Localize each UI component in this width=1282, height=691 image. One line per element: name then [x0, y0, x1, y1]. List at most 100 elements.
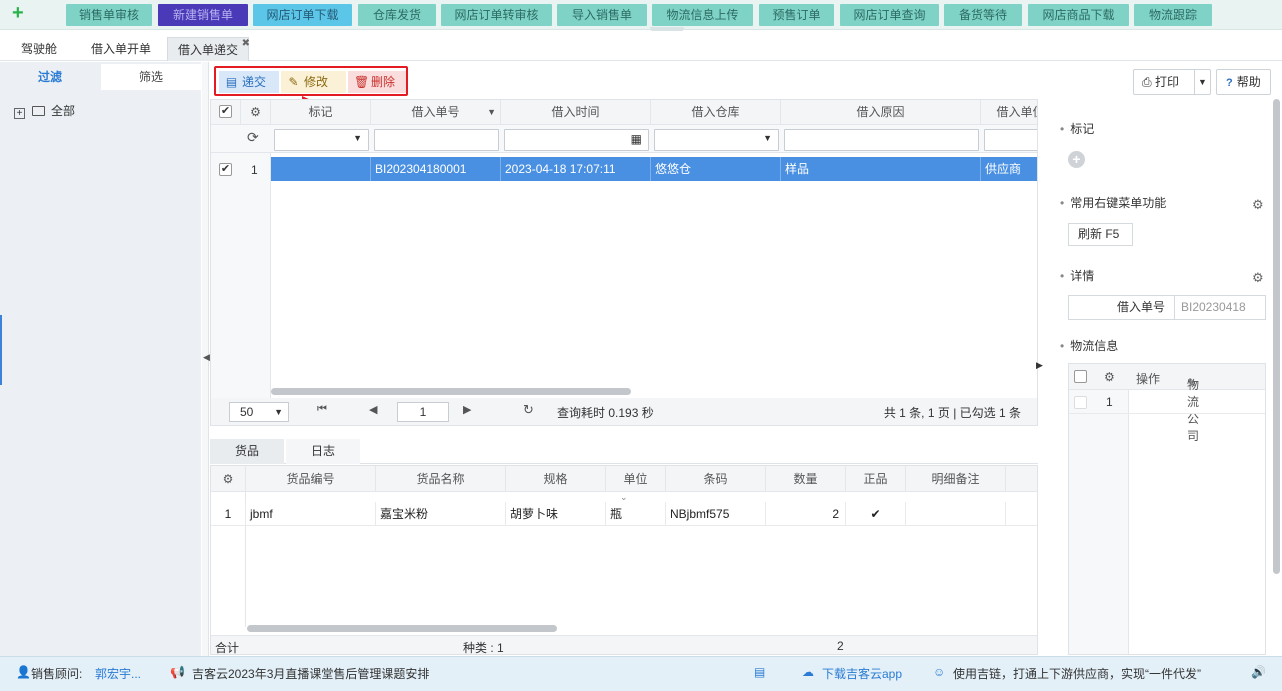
chevron-down-icon[interactable]: ▼	[1198, 70, 1207, 94]
edit-icon: ✎	[288, 75, 299, 89]
nav-stock-wait[interactable]: 备货等待	[944, 4, 1022, 26]
gear-icon[interactable]: ⚙	[1252, 197, 1264, 213]
col-order-no-label: 借入单号	[411, 105, 460, 119]
folder-icon	[32, 106, 45, 116]
footer-qty: 2	[837, 639, 844, 653]
edit-button[interactable]: ✎ 修改	[281, 71, 346, 93]
print-button[interactable]: ⎙ 打印 ▼	[1133, 69, 1211, 95]
tree-root[interactable]: + 全部	[14, 102, 75, 119]
col-qty[interactable]: 数量	[766, 466, 846, 492]
row-checkbox[interactable]: ✔	[219, 163, 232, 176]
tab-goods[interactable]: 货品	[210, 439, 284, 464]
col-time[interactable]: 借入时间	[501, 100, 651, 125]
filter-reason[interactable]	[784, 129, 979, 151]
col-warehouse[interactable]: 借入仓库	[651, 100, 781, 125]
reload-icon[interactable]: ↻	[523, 402, 534, 418]
nav-import-sales[interactable]: 导入销售单	[557, 4, 647, 26]
col-mark[interactable]: 标记	[271, 100, 371, 125]
refresh-button[interactable]: 刷新 F5	[1068, 223, 1133, 246]
page-input[interactable]: 1	[397, 402, 449, 422]
page-size-value: 50	[240, 405, 254, 419]
select-all-checkbox[interactable]	[1074, 370, 1087, 383]
help-button[interactable]: ? 帮助	[1216, 69, 1271, 95]
table-row[interactable]: BI202304180001 2023-04-18 17:07:11 悠悠仓 样…	[271, 157, 1037, 181]
filter-mark-select[interactable]: ▼	[274, 129, 369, 151]
collapse-left-icon[interactable]: ◀	[203, 352, 210, 363]
filter-order-no[interactable]	[374, 129, 499, 151]
collapse-right-icon[interactable]: ▶	[1036, 360, 1043, 390]
cell-mark	[271, 157, 371, 181]
nav-order-query[interactable]: 网店订单查询	[840, 4, 939, 26]
gear-icon[interactable]: ⚙	[1252, 270, 1264, 286]
col-unit[interactable]: 借入单位	[981, 100, 1037, 125]
col-genuine[interactable]: 正品	[846, 466, 906, 492]
cell-reason: 样品	[781, 157, 981, 181]
filter-warehouse-select[interactable]: ▼	[654, 129, 779, 151]
nav-sales-review[interactable]: 销售单审核	[66, 4, 152, 26]
gear-icon[interactable]: ⚙	[1104, 370, 1115, 384]
submit-button[interactable]: ▤ 递交	[219, 71, 279, 93]
tab-select[interactable]: 筛选	[101, 64, 201, 90]
nav-order-to-review[interactable]: 网店订单转审核	[441, 4, 552, 26]
tab-borrow-submit[interactable]: 借入单递交 ✖	[167, 37, 250, 61]
nav-logistics-upload[interactable]: 物流信息上传	[652, 4, 753, 26]
col-unit[interactable]: 单位	[606, 466, 666, 492]
calendar-icon[interactable]: ▦	[631, 132, 642, 146]
submit-label: 递交	[242, 75, 267, 89]
col-goods-code[interactable]: 货品编号	[246, 466, 376, 492]
cell-warehouse: 悠悠仓	[651, 157, 781, 181]
col-goods-name[interactable]: 货品名称	[376, 466, 506, 492]
nav-order-download[interactable]: 网店订单下载	[253, 4, 352, 26]
prev-page-icon[interactable]: ◀	[369, 403, 377, 416]
filter-panel: 过滤 筛选 + 全部	[0, 62, 201, 656]
expand-icon[interactable]: +	[14, 108, 25, 119]
filter-time[interactable]: ▦	[504, 129, 649, 151]
nav-product-download[interactable]: 网店商品下载	[1028, 4, 1129, 26]
page-size-select[interactable]: 50 ▼	[229, 402, 289, 422]
chevron-down-icon: ▼	[763, 133, 772, 143]
speaker-icon[interactable]: 🔊	[1251, 665, 1266, 679]
splitter[interactable]: ◀	[202, 62, 210, 656]
delete-button[interactable]: 🗑 删除	[348, 71, 406, 93]
add-mark-icon[interactable]: +	[1068, 151, 1085, 168]
horizontal-scrollbar[interactable]	[271, 388, 631, 395]
download-app-link[interactable]: 下载吉客云app	[822, 665, 902, 682]
status-bar: 👤 销售顾问: 郭宏宇... 📢 吉客云2023年3月直播课堂售后管理课题安排 …	[0, 656, 1282, 691]
notice-text[interactable]: 吉客云2023年3月直播课堂售后管理课题安排	[192, 665, 429, 682]
tab-label: 借入单递交	[177, 43, 238, 57]
next-page-icon[interactable]: ▶	[463, 403, 471, 416]
gear-icon[interactable]: ⚙	[211, 466, 246, 492]
slogan-text[interactable]: 使用吉链，打通上下游供应商，实现“一件代发”	[953, 665, 1201, 682]
col-spec[interactable]: 规格	[506, 466, 606, 492]
sort-icon[interactable]: ▼	[487, 100, 496, 125]
first-page-icon[interactable]: ⏮	[317, 403, 327, 416]
nav-presale[interactable]: 预售订单	[759, 4, 834, 26]
col-order-no[interactable]: 借入单号 ▼	[371, 100, 501, 125]
col-barcode[interactable]: 条码	[666, 466, 766, 492]
col-reason[interactable]: 借入原因	[781, 100, 981, 125]
tab-borrow-create[interactable]: 借入单开单	[80, 37, 162, 61]
gear-icon[interactable]: ⚙	[241, 100, 271, 125]
advisor-name[interactable]: 郭宏宇...	[95, 665, 141, 682]
vertical-scrollbar[interactable]	[1273, 99, 1280, 574]
document-icon: ▤	[225, 75, 238, 89]
nav-warehouse-ship[interactable]: 仓库发货	[358, 4, 436, 26]
col-remark[interactable]: 明细备注	[906, 466, 1006, 492]
detail-key: 借入单号	[1069, 296, 1175, 319]
table-row[interactable]: 1	[1069, 390, 1265, 414]
refresh-icon[interactable]: ⟳	[247, 129, 259, 146]
table-row[interactable]: 1 jbmf 嘉宝米粉 胡萝卜味 瓶 NBjbmf575 2 ✔	[211, 502, 1037, 526]
add-icon[interactable]: +	[12, 3, 28, 23]
notes-icon[interactable]: ▤	[754, 665, 765, 679]
nav-new-sales[interactable]: 新建销售单	[158, 4, 248, 26]
tab-cockpit[interactable]: 驾驶舱	[6, 37, 72, 61]
close-icon[interactable]: ✖	[242, 32, 250, 56]
horizontal-scrollbar[interactable]	[247, 625, 557, 632]
row-checkbox[interactable]	[1074, 396, 1087, 409]
tab-filter[interactable]: 过滤	[0, 64, 100, 90]
cell-time: 2023-04-18 17:07:11	[501, 157, 651, 181]
nav-logistics-track[interactable]: 物流跟踪	[1134, 4, 1212, 26]
select-all-checkbox[interactable]: ✔	[219, 105, 232, 118]
tab-log[interactable]: 日志	[286, 439, 360, 464]
filter-unit[interactable]	[984, 129, 1037, 151]
